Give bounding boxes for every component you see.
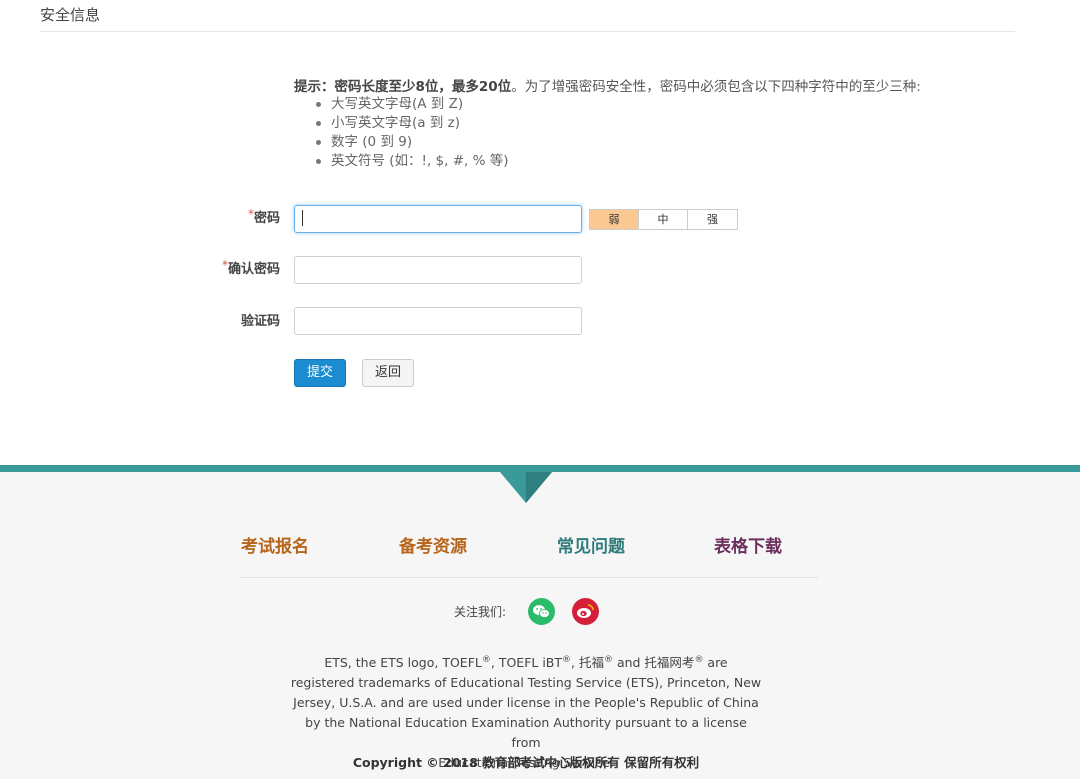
password-hint: 提示：密码长度至少8位，最多20位。为了增强密码安全性，密码中必须包含以下四种字… xyxy=(294,75,949,95)
hint-item: 数字 (0 到 9) xyxy=(316,133,509,152)
legal-line-4: by the National Education Examination Au… xyxy=(305,715,747,751)
hint-item: 大写英文字母(A 到 Z) xyxy=(316,95,509,114)
hint-max: 最多20位 xyxy=(451,79,512,95)
hint-item: 小写英文字母(a 到 z) xyxy=(316,114,509,133)
section-header: 安全信息 xyxy=(40,0,1015,32)
footer-divider xyxy=(240,577,818,578)
legal-line-1: ETS, the ETS logo, TOEFL®, TOEFL iBT®, 托… xyxy=(290,650,762,673)
confirm-password-input[interactable] xyxy=(294,256,582,284)
password-label: *密码 xyxy=(0,207,280,226)
legal-text: , TOEFL iBT xyxy=(490,655,563,671)
footer-link-forms[interactable]: 表格下载 xyxy=(714,532,782,557)
registered-mark: ® xyxy=(562,655,572,665)
legal-line-2: registered trademarks of Educational Tes… xyxy=(290,675,762,691)
confirm-label-text: 确认密码 xyxy=(227,262,280,277)
legal-text: are xyxy=(703,655,728,671)
legal-line-3: Jersey, U.S.A. and are used under licens… xyxy=(293,695,759,711)
confirm-password-label: *确认密码 xyxy=(0,258,280,277)
follow-us-label: 关注我们: xyxy=(454,605,507,619)
wechat-icon-graphic xyxy=(528,598,555,625)
hint-suffix: 。为了增强密码安全性，密码中必须包含以下四种字符中的至少三种: xyxy=(511,79,921,95)
captcha-input[interactable] xyxy=(294,307,582,335)
legal-text: , 托福 xyxy=(571,655,604,671)
hint-sep: ， xyxy=(438,79,452,95)
hint-min: 至少8位 xyxy=(388,79,439,95)
password-input[interactable] xyxy=(294,205,582,233)
registered-mark: ® xyxy=(481,655,491,665)
password-strength-meter: 弱 中 强 xyxy=(589,209,738,230)
hint-prefix: 提示：密码长度 xyxy=(294,79,389,95)
password-label-text: 密码 xyxy=(253,211,280,226)
text-caret xyxy=(302,210,303,226)
strength-weak: 弱 xyxy=(590,210,639,229)
back-button[interactable]: 返回 xyxy=(362,359,414,387)
footer-link-registration[interactable]: 考试报名 xyxy=(241,532,309,557)
footer-link-resources[interactable]: 备考资源 xyxy=(399,532,467,557)
section-title: 安全信息 xyxy=(40,6,101,24)
strength-strong: 强 xyxy=(688,210,737,229)
legal-text: ETS, the ETS logo, TOEFL xyxy=(324,655,482,671)
wechat-icon[interactable] xyxy=(528,598,555,625)
footer-link-faq[interactable]: 常见问题 xyxy=(557,532,625,557)
footer-arrow-shade xyxy=(526,472,552,503)
registered-mark: ® xyxy=(603,655,613,665)
submit-button[interactable]: 提交 xyxy=(294,359,346,387)
strength-medium: 中 xyxy=(639,210,688,229)
weibo-icon-graphic xyxy=(572,598,599,625)
legal-text: and 托福网考 xyxy=(612,655,695,671)
hint-item: 英文符号 (如：!, $, #, % 等) xyxy=(316,153,509,169)
captcha-label: 验证码 xyxy=(240,314,280,329)
weibo-icon[interactable] xyxy=(572,598,599,625)
hint-list: 大写英文字母(A 到 Z) 小写英文字母(a 到 z) 数字 (0 到 9) 英… xyxy=(316,95,509,171)
copyright: Copyright © 2018 教育部考试中心版权所有 保留所有权利 xyxy=(352,755,700,770)
